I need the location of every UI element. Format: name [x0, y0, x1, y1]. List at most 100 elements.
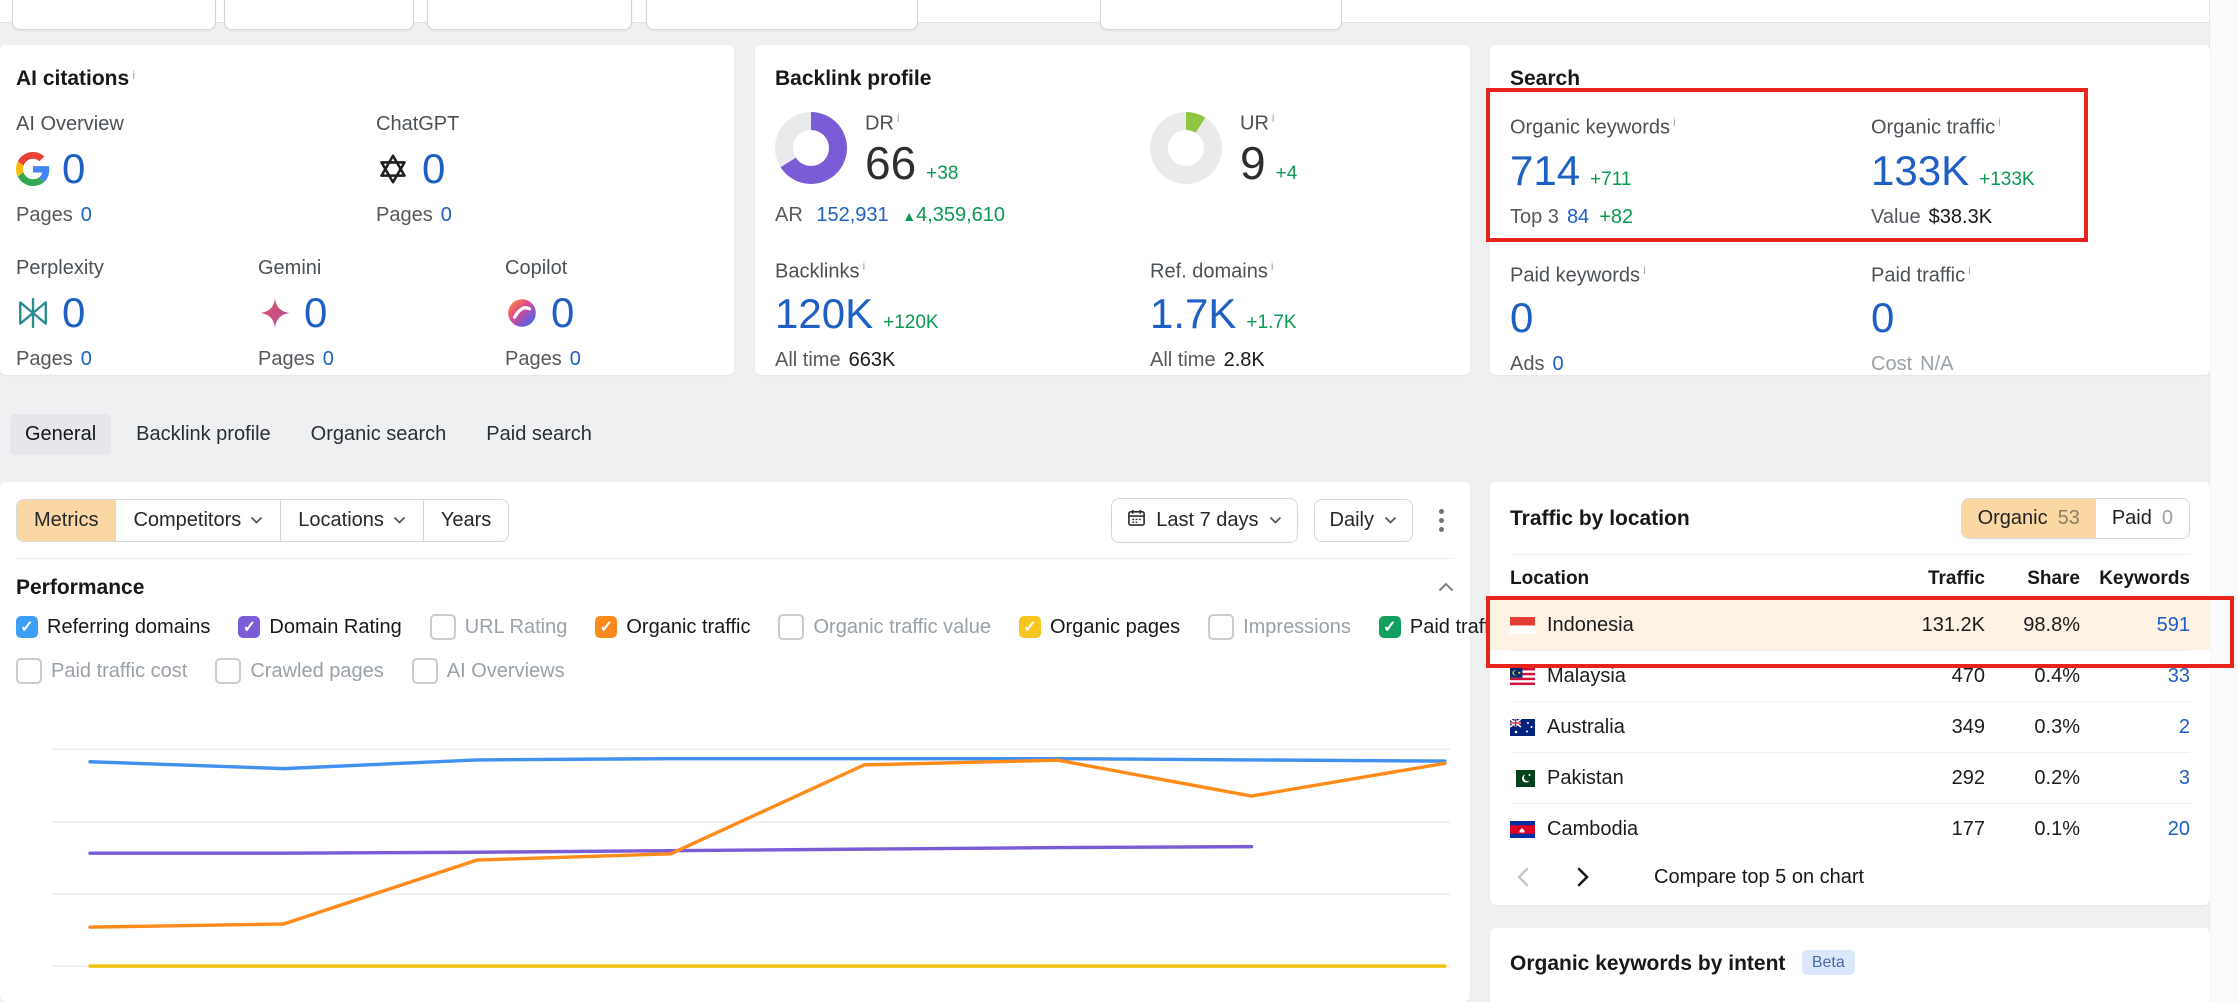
gemini-count[interactable]: 0	[304, 292, 327, 334]
toolbar-input-2[interactable]	[224, 0, 414, 30]
info-icon[interactable]: i	[132, 68, 135, 82]
paid-keywords-value[interactable]: 0	[1510, 294, 1533, 341]
paid-traffic-value[interactable]: 0	[1871, 294, 1894, 341]
info-icon[interactable]: i	[897, 111, 900, 125]
traffic-by-location-card: Traffic by location Organic53 Paid0 Loca…	[1490, 482, 2210, 905]
dr-delta: +38	[926, 163, 958, 184]
copilot-count[interactable]: 0	[551, 292, 574, 334]
keywords-link[interactable]: 33	[2080, 665, 2190, 688]
ar-value[interactable]: 152,931	[816, 204, 888, 226]
toolbar-input-1[interactable]	[12, 0, 216, 30]
paid-keywords-label: Paid keywords	[1510, 264, 1640, 286]
ar-label: AR	[775, 204, 803, 226]
cost-value: N/A	[1920, 353, 1953, 375]
location-row-pakistan: Pakistan 292 0.2% 3	[1510, 752, 2190, 803]
column-header-traffic[interactable]: Traffic	[1870, 568, 1985, 590]
keywords-link[interactable]: 3	[2080, 767, 2190, 790]
chatgpt-count[interactable]: 0	[422, 148, 445, 190]
divider	[16, 558, 1454, 559]
top3-value[interactable]: 84	[1567, 206, 1589, 228]
keywords-link[interactable]: 591	[2080, 614, 2190, 637]
backlinks-delta: +120K	[883, 312, 938, 333]
keywords-link[interactable]: 2	[2080, 716, 2190, 739]
granularity-button[interactable]: Daily	[1314, 499, 1413, 542]
location-name: Pakistan	[1547, 767, 1624, 790]
tab-backlink-profile[interactable]: Backlink profile	[121, 414, 286, 455]
toolbar-input-5[interactable]	[1100, 0, 1342, 30]
toolbar-input-3[interactable]	[427, 0, 632, 30]
overview-tabs: General Backlink profile Organic search …	[10, 414, 607, 455]
view-segmented-control: Metrics Competitors Locations Years	[16, 499, 509, 542]
paid-count: 0	[2162, 507, 2173, 530]
flag-pakistan-icon	[1510, 770, 1535, 787]
checkbox-paid-traffic[interactable]: Paid traffic	[1379, 616, 1504, 639]
date-range-button[interactable]: Last 7 days	[1111, 498, 1297, 543]
perplexity-count[interactable]: 0	[62, 292, 85, 334]
location-row-australia: Australia 349 0.3% 2	[1510, 701, 2190, 752]
competitors-segment[interactable]: Competitors	[116, 500, 281, 541]
location-row-cambodia: Cambodia 177 0.1% 20	[1510, 803, 2190, 854]
checkbox-organic-traffic-value[interactable]: Organic traffic value	[778, 614, 991, 640]
years-segment[interactable]: Years	[424, 500, 508, 541]
locations-segment[interactable]: Locations	[281, 500, 424, 541]
checkbox-impressions[interactable]: Impressions	[1208, 614, 1351, 640]
ur-delta: +4	[1276, 163, 1298, 184]
info-icon[interactable]: i	[1673, 115, 1676, 129]
checkbox-organic-pages[interactable]: Organic pages	[1019, 616, 1180, 639]
checkbox-domain-rating[interactable]: Domain Rating	[238, 616, 401, 639]
checkbox-ai-overviews[interactable]: AI Overviews	[412, 658, 565, 684]
page-scrollbar-gutter[interactable]	[2209, 0, 2238, 1002]
pages-value[interactable]: 0	[570, 348, 581, 370]
pages-value[interactable]: 0	[441, 204, 452, 226]
organic-keywords-value[interactable]: 714	[1510, 147, 1580, 194]
pages-value[interactable]: 0	[323, 348, 334, 370]
keywords-link[interactable]: 20	[2080, 818, 2190, 841]
tab-general[interactable]: General	[10, 414, 111, 455]
checkbox-referring-domains[interactable]: Referring domains	[16, 616, 210, 639]
column-header-keywords[interactable]: Keywords	[2080, 568, 2190, 590]
backlinks-value[interactable]: 120K	[775, 290, 873, 337]
info-icon[interactable]: i	[1271, 259, 1274, 273]
next-page-chevron-icon[interactable]	[1566, 860, 1600, 894]
organic-toggle-segment[interactable]: Organic53	[1962, 499, 2096, 538]
info-icon[interactable]: i	[1968, 263, 1971, 277]
checkbox-paid-traffic-cost[interactable]: Paid traffic cost	[16, 658, 187, 684]
search-card: Search Organic keywordsi 714+711 Top 384…	[1490, 45, 2210, 375]
ai-citation-item: Perplexity 0 Pages0	[16, 257, 258, 371]
collapse-chevron-up-icon[interactable]	[1438, 579, 1454, 597]
ads-value[interactable]: 0	[1552, 353, 1563, 375]
chart-line-organic-traffic	[90, 760, 1445, 927]
info-icon[interactable]: i	[1643, 263, 1646, 277]
toolbar-input-4[interactable]	[646, 0, 918, 30]
ai-source-label: Gemini	[258, 257, 505, 280]
info-icon[interactable]: i	[1998, 115, 2001, 129]
tab-organic-search[interactable]: Organic search	[296, 414, 462, 455]
value-value: $38.3K	[1929, 206, 1992, 228]
paid-toggle-segment[interactable]: Paid0	[2096, 499, 2189, 538]
ar-delta: 4,359,610	[916, 204, 1005, 226]
traffic-value: 177	[1870, 818, 1985, 841]
ref-domains-value[interactable]: 1.7K	[1150, 290, 1236, 337]
organic-traffic-value[interactable]: 133K	[1871, 147, 1969, 194]
ai-citation-item: Copilot 0 Pages0	[505, 257, 581, 371]
more-options-kebab-icon[interactable]	[1429, 501, 1454, 540]
column-header-share[interactable]: Share	[1985, 568, 2080, 590]
prev-page-chevron-icon[interactable]	[1506, 860, 1540, 894]
checkbox-organic-traffic[interactable]: Organic traffic	[595, 616, 750, 639]
tab-paid-search[interactable]: Paid search	[471, 414, 607, 455]
metrics-segment[interactable]: Metrics	[17, 500, 116, 541]
column-header-location[interactable]: Location	[1510, 568, 1870, 590]
compare-top5-link[interactable]: Compare top 5 on chart	[1654, 866, 1864, 889]
ai-overview-count[interactable]: 0	[62, 148, 85, 190]
checkbox-url-rating[interactable]: URL Rating	[430, 614, 568, 640]
info-icon[interactable]: i	[1272, 111, 1275, 125]
chart-line-referring-domains	[90, 759, 1445, 769]
value-label: Value	[1871, 206, 1921, 228]
pages-value[interactable]: 0	[81, 204, 92, 226]
pages-value[interactable]: 0	[81, 348, 92, 370]
alltime-value: 663K	[849, 349, 896, 371]
checkbox-crawled-pages[interactable]: Crawled pages	[215, 658, 383, 684]
info-icon[interactable]: i	[862, 259, 865, 273]
dr-value: 66	[865, 137, 916, 189]
ai-citation-item: AI Overview 0 Pages0	[16, 113, 376, 227]
